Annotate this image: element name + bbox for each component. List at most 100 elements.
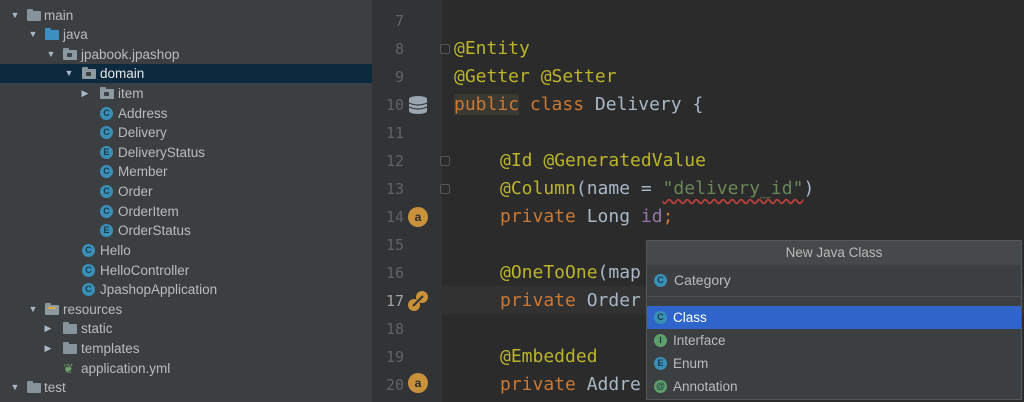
tree-item-domain[interactable]: ▼ domain [0, 64, 372, 83]
class-icon: C [100, 165, 113, 178]
kind-option-interface[interactable]: I Interface [647, 329, 1021, 352]
keyword-token: private [500, 206, 576, 227]
kind-option-class[interactable]: C Class [647, 306, 1021, 329]
string-token: "delivery_id" [662, 178, 804, 199]
line-number: 9 [394, 68, 404, 86]
line-number-current: 17 [385, 292, 404, 310]
enum-icon: E [100, 224, 113, 237]
source-folder-icon [45, 28, 59, 40]
collapse-arrow-icon[interactable]: ▶ [80, 84, 90, 103]
tree-item-label: JpashopApplication [100, 282, 218, 297]
code-line[interactable]: @Id @GeneratedValue [500, 147, 706, 175]
tree-item-label: Order [118, 184, 153, 199]
tree-item-label: main [44, 8, 74, 23]
tree-item-label: test [44, 380, 66, 395]
fold-marker-icon[interactable] [440, 44, 450, 54]
tree-item-static[interactable]: ▶ static [0, 319, 372, 338]
popup-title: New Java Class [647, 241, 1021, 265]
tree-item-address[interactable]: C Address [0, 104, 372, 123]
code-line[interactable]: @OneToOne(map [500, 259, 641, 287]
kind-option-enum[interactable]: E Enum [647, 352, 1021, 375]
code-line[interactable]: @Embedded [500, 343, 598, 371]
class-icon: C [100, 185, 113, 198]
tree-item-label: DeliveryStatus [118, 145, 206, 160]
tree-item-label: domain [100, 66, 145, 81]
folder-icon [63, 322, 77, 334]
tree-item-orderstatus[interactable]: E OrderStatus [0, 221, 372, 240]
code-line[interactable]: private Long id; [500, 203, 673, 231]
tree-item-templates[interactable]: ▶ templates [0, 339, 372, 358]
tree-item-order[interactable]: C Order [0, 182, 372, 201]
code-line[interactable]: @Getter @Setter [454, 63, 617, 91]
collapse-arrow-icon[interactable]: ▶ [43, 319, 53, 338]
new-java-class-popup: New Java Class C Category C Class I Inte… [646, 240, 1022, 400]
database-icon[interactable] [407, 95, 429, 115]
folder-icon [27, 9, 41, 21]
resources-folder-icon [45, 303, 59, 315]
tree-item-delivery[interactable]: C Delivery [0, 123, 372, 142]
line-number: 10 [385, 96, 404, 114]
relation-icon[interactable] [407, 290, 429, 312]
fold-marker-icon[interactable] [440, 184, 450, 194]
annotation-token: @Getter [454, 66, 530, 87]
tree-item-label: OrderStatus [118, 223, 191, 238]
package-icon [100, 87, 114, 99]
tree-item-deliverystatus[interactable]: E DeliveryStatus [0, 143, 372, 162]
tree-item-hellocontroller[interactable]: C HelloController [0, 261, 372, 280]
enum-icon: E [100, 146, 113, 159]
tree-item-item[interactable]: ▶ item [0, 84, 372, 103]
class-icon: C [100, 126, 113, 139]
code-line[interactable]: @Column(name = "delivery_id") [500, 175, 814, 203]
tree-item-jpashopapplication[interactable]: C JpashopApplication [0, 280, 372, 299]
line-number: 7 [394, 12, 404, 30]
tree-item-hello[interactable]: C Hello [0, 241, 372, 260]
tree-item-main[interactable]: ▼ main [0, 6, 372, 25]
annotation-icon[interactable]: a [408, 207, 428, 227]
tree-item-jpabook-jpashop[interactable]: ▼ jpabook.jpashop [0, 45, 372, 64]
expand-arrow-icon[interactable]: ▼ [10, 378, 20, 397]
code-line[interactable]: @Entity [454, 35, 530, 63]
class-icon: C [654, 311, 667, 324]
collapse-arrow-icon[interactable]: ▶ [43, 339, 53, 358]
class-icon: C [82, 244, 95, 257]
field-token: id [640, 206, 663, 227]
expand-arrow-icon[interactable]: ▼ [28, 300, 38, 319]
class-icon: C [100, 107, 113, 120]
tree-item-orderitem[interactable]: C OrderItem [0, 202, 372, 221]
kind-label: Class [673, 310, 707, 325]
project-tree: ▼ main ▼ java ▼ jpabook.jpashop ▼ domain… [0, 0, 372, 402]
keyword-token: class [529, 94, 585, 115]
tree-item-label: HelloController [100, 263, 190, 278]
kind-option-annotation[interactable]: @ Annotation [647, 375, 1021, 398]
folder-icon [27, 381, 41, 393]
tree-item-label: OrderItem [118, 204, 179, 219]
tree-item-test[interactable]: ▼ test [0, 378, 372, 397]
line-number: 13 [385, 180, 404, 198]
code-line[interactable]: public class Delivery { [454, 91, 703, 119]
code-line[interactable]: private Addre [500, 371, 641, 399]
keyword-token: public [454, 94, 520, 115]
kind-label: Interface [673, 333, 726, 348]
tree-item-resources[interactable]: ▼ resources [0, 300, 372, 319]
semicolon-token: ; [662, 206, 674, 227]
expand-arrow-icon[interactable]: ▼ [46, 45, 56, 64]
annotation-icon[interactable]: a [408, 373, 428, 393]
code-text: (map [597, 262, 641, 283]
class-name-value[interactable]: Category [674, 267, 731, 294]
class-icon: C [654, 274, 667, 287]
expand-arrow-icon[interactable]: ▼ [10, 6, 20, 25]
class-icon: C [100, 205, 113, 218]
expand-arrow-icon[interactable]: ▼ [64, 64, 74, 83]
annotation-token: @GeneratedValue [543, 150, 706, 171]
code-line-current[interactable]: private Order [500, 287, 641, 315]
annotation-token: @Setter [540, 66, 617, 87]
line-number: 15 [385, 236, 404, 254]
class-name-field[interactable]: C Category [647, 267, 1021, 294]
fold-marker-icon[interactable] [440, 156, 450, 166]
line-number: 12 [385, 152, 404, 170]
class-name-token: Delivery [594, 94, 682, 115]
tree-item-java[interactable]: ▼ java [0, 25, 372, 44]
tree-item-application-yml[interactable]: ❦ application.yml [0, 359, 372, 378]
expand-arrow-icon[interactable]: ▼ [28, 25, 38, 44]
tree-item-member[interactable]: C Member [0, 162, 372, 181]
